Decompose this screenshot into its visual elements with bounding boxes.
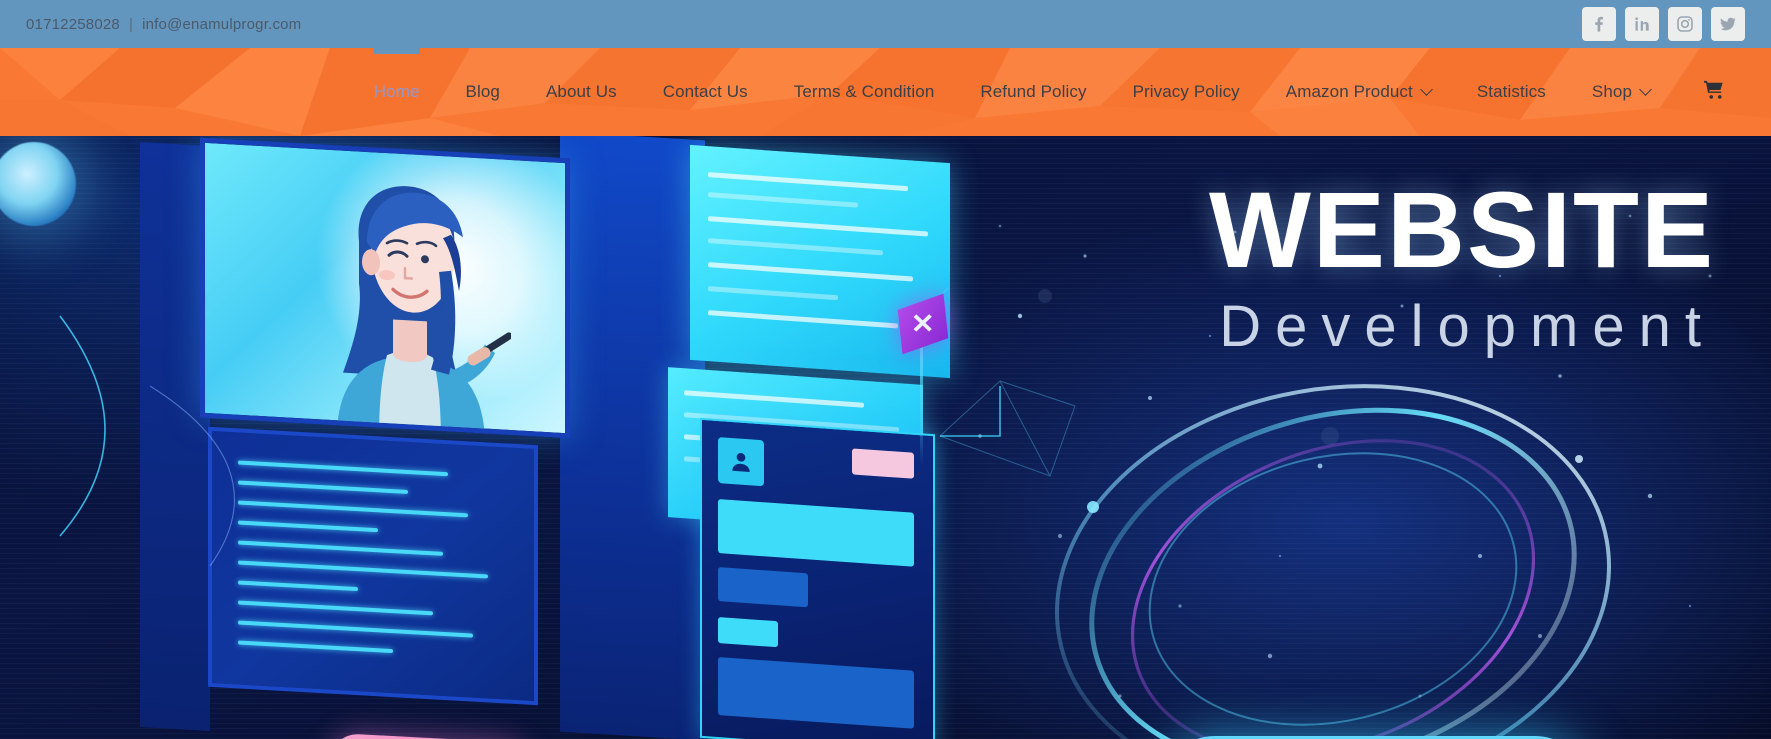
contact-separator: | [128,15,134,33]
contact-info: 01712258028 | info@enamulprogr.com [26,16,301,33]
chevron-down-icon [1419,82,1433,96]
social-link-instagram[interactable] [1668,7,1702,41]
active-nav-indicator [373,48,420,54]
facebook-icon [1589,14,1609,34]
top-utility-bar: 01712258028 | info@enamulprogr.com [0,0,1771,48]
linkedin-icon [1632,14,1652,34]
x-badge-stem-top [920,344,923,464]
phone-number[interactable]: 01712258028 [26,16,120,33]
nav-item-terms-condition[interactable]: Terms & Condition [771,48,958,136]
nav-item-refund-policy[interactable]: Refund Policy [957,48,1109,136]
main-navigation-bar: Home Blog About Us Contact Us Terms & Co… [0,48,1771,136]
hero-banner: ✕ ✕ [0,136,1771,739]
nav-item-home[interactable]: Home [351,48,443,136]
twitter-icon [1718,14,1738,34]
nav-item-statistics[interactable]: Statistics [1454,48,1569,136]
cart-icon [1703,80,1725,105]
instagram-icon [1675,14,1695,34]
nav-item-contact-us[interactable]: Contact Us [640,48,771,136]
ui-card-profile [700,417,935,739]
nav-item-label: Blog [465,82,500,101]
nav-item-label: Amazon Product [1285,82,1413,101]
page-subtitle: Development [1219,294,1715,359]
nav-item-label: Shop [1591,82,1632,101]
close-icon: ✕ [910,308,936,339]
nav-item-about-us[interactable]: About Us [523,48,640,136]
nav-item-shop[interactable]: Shop [1569,48,1673,136]
nav-item-label: Contact Us [662,82,748,101]
email-address[interactable]: info@enamulprogr.com [142,16,301,33]
chevron-down-icon [1639,82,1652,96]
page-title: WEBSITE [1208,169,1715,290]
nav-item-label: Statistics [1476,82,1546,101]
nav-item-amazon-product[interactable]: Amazon Product [1263,48,1454,136]
nav-item-label: About Us [545,82,617,101]
hero-text-block: WEBSITE Development [1209,176,1715,356]
nav-item-label: Refund Policy [980,82,1087,101]
nav-item-label: Terms & Condition [793,82,935,101]
nav-item-label: Privacy Policy [1132,82,1240,101]
social-link-linkedin[interactable] [1625,7,1659,41]
avatar [718,437,764,487]
cart-button[interactable] [1673,48,1743,136]
social-link-facebook[interactable] [1582,7,1616,41]
nav-item-label: Home [373,82,420,101]
nav-item-blog[interactable]: Blog [443,48,523,136]
nav-item-privacy-policy[interactable]: Privacy Policy [1110,48,1263,136]
social-links [1582,7,1745,41]
nav-items-container: Home Blog About Us Contact Us Terms & Co… [0,48,1771,136]
social-link-twitter[interactable] [1711,7,1745,41]
